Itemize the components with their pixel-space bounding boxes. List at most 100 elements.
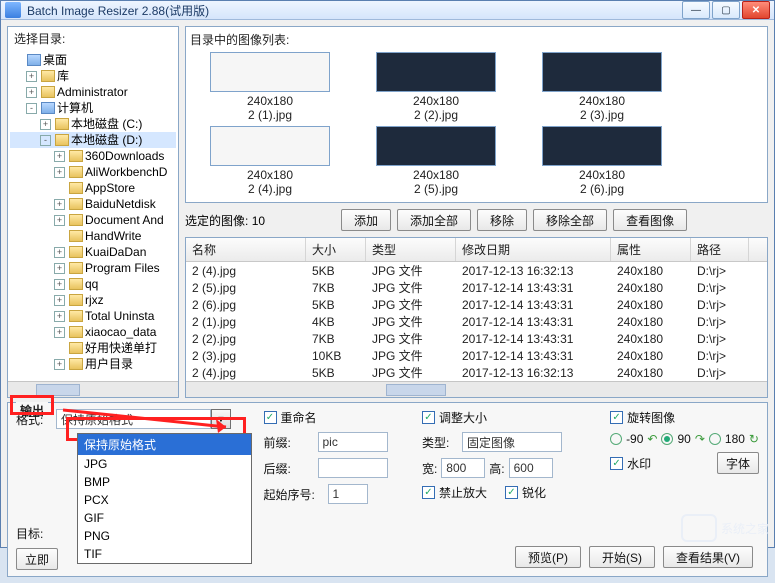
add-all-button[interactable]: 添加全部 bbox=[397, 209, 471, 231]
folder-tree-pane: 选择目录: 桌面+库+Administrator-计算机+本地磁盘 (C:)-本… bbox=[7, 26, 179, 398]
table-header[interactable]: 路径 bbox=[691, 238, 749, 261]
font-button[interactable]: 字体 bbox=[717, 452, 759, 474]
rotate-neg90-label: -90 bbox=[626, 432, 643, 446]
chevron-down-icon[interactable]: ▼ bbox=[211, 409, 231, 429]
tree-node[interactable]: +AliWorkbenchD bbox=[10, 164, 176, 180]
rotate-pos90-radio[interactable] bbox=[661, 433, 673, 445]
tree-node[interactable]: +Total Uninsta bbox=[10, 308, 176, 324]
thumbnail-item[interactable]: 240x1802 (4).jpg bbox=[200, 126, 340, 196]
tree-node[interactable]: +库 bbox=[10, 68, 176, 84]
rename-label: 重命名 bbox=[281, 409, 317, 426]
thumbnail-item[interactable]: 240x1802 (1).jpg bbox=[200, 52, 340, 122]
suffix-input[interactable] bbox=[318, 458, 388, 478]
table-row[interactable]: 2 (4).jpg5KBJPG 文件2017-12-13 16:32:13240… bbox=[186, 364, 767, 381]
dropdown-item[interactable]: BMP bbox=[78, 473, 251, 491]
table-header[interactable]: 类型 bbox=[366, 238, 456, 261]
tree-node[interactable]: +用户目录 bbox=[10, 356, 176, 372]
selected-label: 选定的图像: bbox=[185, 214, 248, 228]
view-image-button[interactable]: 查看图像 bbox=[613, 209, 687, 231]
rotate-neg90-radio[interactable] bbox=[610, 433, 622, 445]
file-table[interactable]: 名称大小类型修改日期属性路径 2 (4).jpg5KBJPG 文件2017-12… bbox=[185, 237, 768, 398]
thumbnail-item[interactable]: 240x1802 (5).jpg bbox=[366, 126, 506, 196]
rotate-180-radio[interactable] bbox=[709, 433, 721, 445]
dropdown-item[interactable]: PNG bbox=[78, 527, 251, 545]
prefix-input[interactable]: pic bbox=[318, 432, 388, 452]
remove-all-button[interactable]: 移除全部 bbox=[533, 209, 607, 231]
resize-type-combo[interactable]: 固定图像 bbox=[462, 432, 562, 452]
tree-node[interactable]: +Document And bbox=[10, 212, 176, 228]
rename-checkbox[interactable]: ✓ bbox=[264, 411, 277, 424]
table-header[interactable]: 属性 bbox=[611, 238, 691, 261]
rotate-label: 旋转图像 bbox=[627, 409, 675, 426]
width-input[interactable]: 800 bbox=[441, 458, 485, 478]
tree-node[interactable]: HandWrite bbox=[10, 228, 176, 244]
start-button[interactable]: 开始(S) bbox=[589, 546, 655, 568]
table-header[interactable]: 修改日期 bbox=[456, 238, 611, 261]
thumbnail-item[interactable]: 240x1802 (2).jpg bbox=[366, 52, 506, 122]
table-row[interactable]: 2 (6).jpg5KBJPG 文件2017-12-14 13:43:31240… bbox=[186, 296, 767, 313]
table-row[interactable]: 2 (5).jpg7KBJPG 文件2017-12-14 13:43:31240… bbox=[186, 279, 767, 296]
thumbnail-header: 目录中的图像列表: bbox=[190, 31, 763, 48]
prefix-label: 前缀: bbox=[264, 434, 314, 451]
maximize-button[interactable]: ▢ bbox=[712, 1, 740, 19]
preview-button[interactable]: 预览(P) bbox=[515, 546, 581, 568]
rotate-180-label: 180 bbox=[725, 432, 745, 446]
watermark-checkbox[interactable]: ✓ bbox=[610, 457, 623, 470]
rotate-180-icon: ↻ bbox=[749, 432, 759, 446]
format-combo[interactable]: 保持原始格式 ▼ bbox=[56, 409, 231, 429]
rotate-cw-icon: ↷ bbox=[695, 432, 705, 446]
table-header[interactable]: 大小 bbox=[306, 238, 366, 261]
thumbnail-item[interactable]: 240x1802 (6).jpg bbox=[532, 126, 672, 196]
startnum-input[interactable]: 1 bbox=[328, 484, 368, 504]
dropdown-item[interactable]: PCX bbox=[78, 491, 251, 509]
format-label: 格式: bbox=[16, 411, 52, 428]
remove-button[interactable]: 移除 bbox=[477, 209, 527, 231]
table-row[interactable]: 2 (2).jpg7KBJPG 文件2017-12-14 13:43:31240… bbox=[186, 330, 767, 347]
tree-node[interactable]: +Administrator bbox=[10, 84, 176, 100]
watermark-label: 水印 bbox=[627, 455, 651, 472]
tree-node[interactable]: -本地磁盘 (D:) bbox=[10, 132, 176, 148]
no-upscale-checkbox[interactable]: ✓ bbox=[422, 486, 435, 499]
tree-node[interactable]: +xiaocao_data bbox=[10, 324, 176, 340]
format-dropdown[interactable]: 保持原始格式JPGBMPPCXGIFPNGTIF bbox=[77, 433, 252, 564]
no-upscale-label: 禁止放大 bbox=[439, 484, 487, 501]
tree-node[interactable]: 桌面 bbox=[10, 52, 176, 68]
dropdown-item[interactable]: 保持原始格式 bbox=[78, 434, 251, 455]
tree-node[interactable]: -计算机 bbox=[10, 100, 176, 116]
titlebar[interactable]: Batch Image Resizer 2.88(试用版) — ▢ ✕ bbox=[1, 1, 774, 20]
tree-node[interactable]: +360Downloads bbox=[10, 148, 176, 164]
height-input[interactable]: 600 bbox=[509, 458, 553, 478]
tree-node[interactable]: +Program Files bbox=[10, 260, 176, 276]
thumbnail-item[interactable]: 240x1802 (3).jpg bbox=[532, 52, 672, 122]
selected-count: 10 bbox=[252, 214, 265, 228]
add-button[interactable]: 添加 bbox=[341, 209, 391, 231]
table-header[interactable]: 名称 bbox=[186, 238, 306, 261]
suffix-label: 后缀: bbox=[264, 460, 314, 477]
tree-node[interactable]: +KuaiDaDan bbox=[10, 244, 176, 260]
sharpen-checkbox[interactable]: ✓ bbox=[505, 486, 518, 499]
resize-checkbox[interactable]: ✓ bbox=[422, 411, 435, 424]
view-result-button[interactable]: 查看结果(V) bbox=[663, 546, 753, 568]
rotate-checkbox[interactable]: ✓ bbox=[610, 411, 623, 424]
table-row[interactable]: 2 (3).jpg10KBJPG 文件2017-12-14 13:43:3124… bbox=[186, 347, 767, 364]
tree-node[interactable]: +rjxz bbox=[10, 292, 176, 308]
tree-node[interactable]: +BaiduNetdisk bbox=[10, 196, 176, 212]
dropdown-item[interactable]: JPG bbox=[78, 455, 251, 473]
folder-tree-header: 选择目录: bbox=[8, 27, 178, 50]
tree-node[interactable]: 好用快递单打 bbox=[10, 340, 176, 356]
rotate-pos90-label: 90 bbox=[677, 432, 690, 446]
thumbnail-list: 目录中的图像列表: 240x1802 (1).jpg 240x1802 (2).j… bbox=[185, 26, 768, 203]
minimize-button[interactable]: — bbox=[682, 1, 710, 19]
close-button[interactable]: ✕ bbox=[742, 1, 770, 19]
tree-node[interactable]: +本地磁盘 (C:) bbox=[10, 116, 176, 132]
table-hscrollbar[interactable] bbox=[186, 381, 767, 397]
main-window: Batch Image Resizer 2.88(试用版) — ▢ ✕ 选择目录… bbox=[0, 0, 775, 548]
table-row[interactable]: 2 (1).jpg4KBJPG 文件2017-12-14 13:43:31240… bbox=[186, 313, 767, 330]
table-row[interactable]: 2 (4).jpg5KBJPG 文件2017-12-13 16:32:13240… bbox=[186, 262, 767, 279]
now-button[interactable]: 立即 bbox=[16, 548, 58, 570]
folder-tree[interactable]: 桌面+库+Administrator-计算机+本地磁盘 (C:)-本地磁盘 (D… bbox=[8, 50, 178, 381]
tree-hscrollbar[interactable] bbox=[8, 381, 178, 397]
tree-node[interactable]: AppStore bbox=[10, 180, 176, 196]
dropdown-item[interactable]: GIF bbox=[78, 509, 251, 527]
tree-node[interactable]: +qq bbox=[10, 276, 176, 292]
